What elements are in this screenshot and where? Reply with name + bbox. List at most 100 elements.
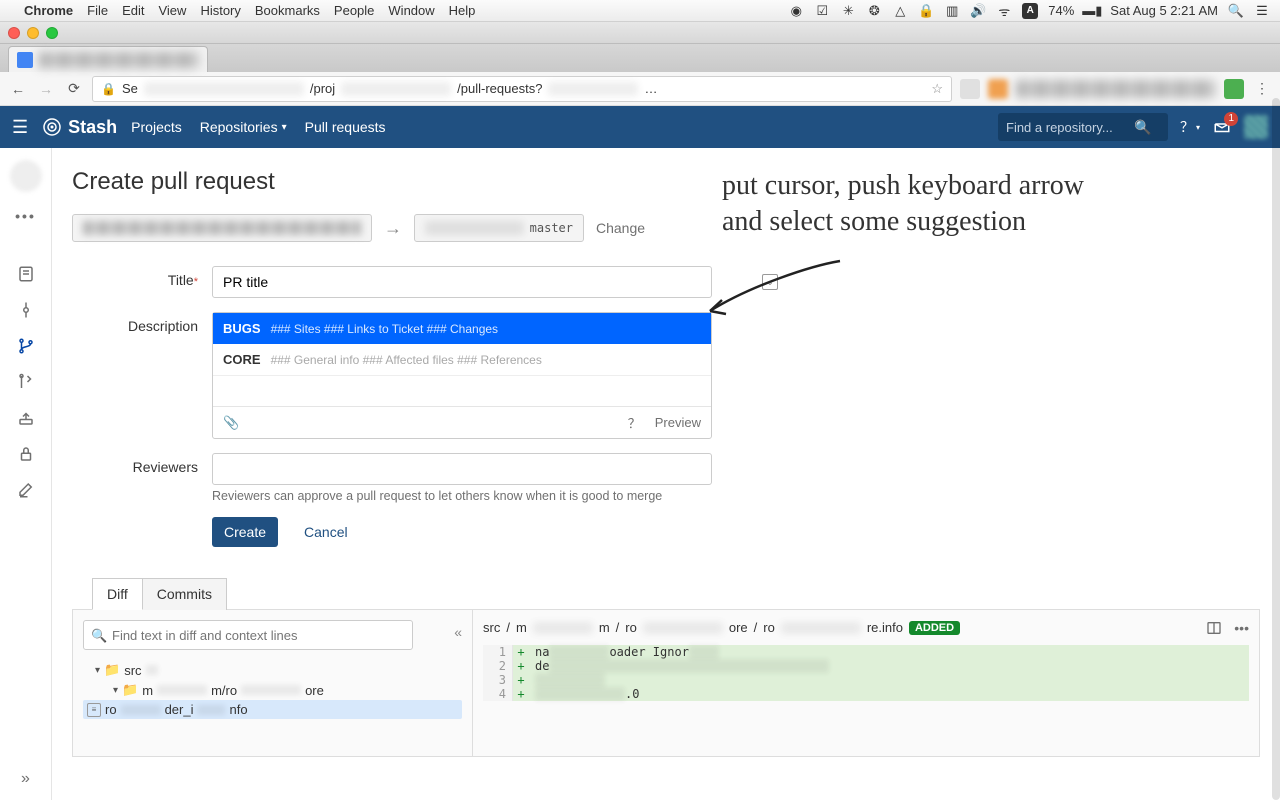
menu-window[interactable]: Window [388,3,434,18]
battery-icon[interactable]: ▬▮ [1084,3,1100,19]
help-icon[interactable]: ？▾ [1180,117,1200,137]
url-blur-2 [341,82,451,96]
notification-center-icon[interactable]: ☰ [1254,3,1270,19]
sidebar-source-icon[interactable] [16,264,36,284]
spotlight-icon[interactable]: 🔍 [1228,3,1244,19]
user-avatar[interactable] [1244,115,1268,139]
repo-search[interactable]: 🔍 [998,113,1168,141]
menubar-app-name[interactable]: Chrome [24,3,73,18]
page-scrollbar[interactable] [1272,98,1280,800]
menu-edit[interactable]: Edit [122,3,144,18]
diff-file-tree-panel: 🔍 « ▾📁src ▾📁m m/ro ore ≡ro der_i nfo [73,610,473,756]
diff-view-toggle-icon[interactable] [1206,620,1222,639]
suggestion-bugs[interactable]: BUGS ### Sites ### Links to Ticket ### C… [213,313,711,344]
attachment-icon[interactable]: 📎 [223,415,239,431]
nav-projects[interactable]: Projects [131,119,182,135]
nav-reload-button[interactable]: ⟳ [64,79,84,99]
nav-pull-requests[interactable]: Pull requests [305,119,386,135]
sidebar-commits-icon[interactable] [16,300,36,320]
preview-link[interactable]: Preview [655,415,701,430]
chrome-menu-button[interactable]: ⋮ [1252,79,1272,99]
description-textarea[interactable] [213,376,711,406]
chevron-down-icon: ▾ [282,122,287,133]
cancel-button[interactable]: Cancel [292,517,360,547]
chrome-tabstrip [0,44,1280,72]
repo-search-input[interactable] [1006,120,1126,135]
chrome-titlebar [0,22,1280,44]
app-menu-icon[interactable]: ☰ [12,117,28,138]
sidebar-branches-icon[interactable] [16,336,36,356]
sidebar-pullrequests-icon[interactable] [16,372,36,392]
menu-file[interactable]: File [87,3,108,18]
gdrive-icon[interactable]: △ [892,3,908,19]
tab-commits[interactable]: Commits [143,578,227,610]
checkbox-status-icon[interactable]: ☑ [814,3,830,19]
change-branch-link[interactable]: Change [596,220,645,236]
tree-folder-src[interactable]: ▾📁src [83,660,462,680]
input-source-icon[interactable]: A [1022,3,1038,19]
window-zoom-button[interactable] [46,27,58,39]
sidebar-forks-icon[interactable] [16,408,36,428]
diff-more-icon[interactable]: ••• [1234,620,1249,639]
reviewers-input[interactable] [212,453,712,485]
menu-people[interactable]: People [334,3,374,18]
sidebar-settings-icon[interactable] [16,480,36,500]
extension-icon-1[interactable] [960,79,980,99]
window-minimize-button[interactable] [27,27,39,39]
extension-icon-2[interactable] [988,79,1008,99]
battery-percent[interactable]: 74% [1048,3,1074,18]
annotation-overlay: put cursor, push keyboard arrow and sele… [722,168,1222,241]
sidebar-more-icon[interactable]: ••• [15,208,36,224]
source-branch-chip[interactable] [72,214,372,242]
battery-detail-icon[interactable]: ▥ [944,3,960,19]
description-editor[interactable]: BUGS ### Sites ### Links to Ticket ### C… [212,312,712,439]
diff-line: 4+ .0 [483,687,1249,701]
tree-folder-sub[interactable]: ▾📁m m/ro ore [83,680,462,700]
sidebar-permissions-icon[interactable] [16,444,36,464]
nav-repositories[interactable]: Repositories▾ [200,119,287,135]
sidebar-expand-icon[interactable]: » [21,770,30,788]
viber-icon[interactable]: ◉ [788,3,804,19]
extensions-blurred [1016,80,1216,98]
title-input[interactable] [212,266,712,298]
lock-status-icon[interactable]: 🔒 [918,3,934,19]
diff-tabs: Diff Commits [72,577,1280,609]
extension-icon-3[interactable] [1224,79,1244,99]
stash-logo[interactable]: Stash [42,117,117,138]
nav-back-button[interactable]: ← [8,79,28,99]
status-icon-1[interactable]: ❂ [866,3,882,19]
nav-forward-button[interactable]: → [36,79,56,99]
bookmark-star-icon[interactable]: ☆ [931,81,943,97]
create-button[interactable]: Create [212,517,278,547]
menu-bookmarks[interactable]: Bookmarks [255,3,320,18]
menu-view[interactable]: View [158,3,186,18]
window-close-button[interactable] [8,27,20,39]
dest-branch-name: master [530,221,573,235]
browser-tab[interactable] [8,46,208,72]
suggestion-core[interactable]: CORE ### General info ### Affected files… [213,344,711,375]
folder-icon: 📁 [122,682,138,698]
search-icon: 🔍 [1134,119,1151,136]
omnibox[interactable]: 🔒 Se /proj /pull-requests? … ☆ [92,76,952,102]
menu-history[interactable]: History [200,3,240,18]
file-added-badge: ADDED [909,621,960,635]
tab-diff[interactable]: Diff [92,578,143,610]
help-icon[interactable]: ？ [628,413,641,432]
diff-search-input[interactable] [83,620,413,650]
wifi-icon[interactable]: ᯤ [996,3,1012,19]
inbox-icon[interactable]: 1 [1212,117,1232,137]
tab-title-blurred [39,52,199,68]
required-marker: * [194,276,198,288]
tree-file-selected[interactable]: ≡ro der_i nfo [83,700,462,719]
avast-icon[interactable]: ✳ [840,3,856,19]
url-blur-3 [548,82,638,96]
project-avatar[interactable] [10,160,42,192]
collapse-tree-icon[interactable]: « [454,624,462,640]
volume-icon[interactable]: 🔊 [970,3,986,19]
menubar-clock[interactable]: Sat Aug 5 2:21 AM [1110,3,1218,18]
dest-branch-chip[interactable]: master [414,214,584,242]
macos-menubar: Chrome File Edit View History Bookmarks … [0,0,1280,22]
menu-help[interactable]: Help [449,3,476,18]
reviewers-help-text: Reviewers can approve a pull request to … [212,489,792,503]
search-icon: 🔍 [91,628,107,644]
